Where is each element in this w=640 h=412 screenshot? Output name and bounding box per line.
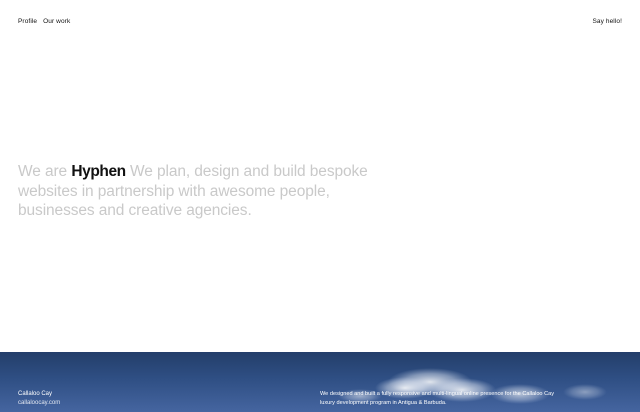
page: Profile Our work Say hello! We are Hyphe…: [0, 0, 640, 412]
nav-left-group: Profile Our work: [18, 17, 70, 27]
hero-statement: We are Hyphen We plan, design and build …: [18, 162, 378, 221]
project-description: We designed and built a fully responsive…: [320, 391, 555, 406]
hero-brand-name: Hyphen: [71, 163, 126, 180]
hero-we-are: We are: [18, 163, 68, 180]
project-url-link[interactable]: callaloocay.com: [18, 399, 60, 408]
say-hello-link[interactable]: Say hello!: [592, 17, 622, 27]
hero-section: We are Hyphen We plan, design and build …: [18, 162, 378, 221]
project-title: Callaloo Cay: [18, 391, 53, 397]
nav-link-our-work[interactable]: Our work: [43, 17, 70, 27]
nav-link-profile[interactable]: Profile: [18, 17, 37, 27]
top-navigation: Profile Our work Say hello!: [18, 17, 622, 27]
featured-project-banner[interactable]: Callaloo Cay callaloocay.com We designed…: [0, 352, 640, 412]
project-info: Callaloo Cay callaloocay.com: [18, 390, 60, 408]
